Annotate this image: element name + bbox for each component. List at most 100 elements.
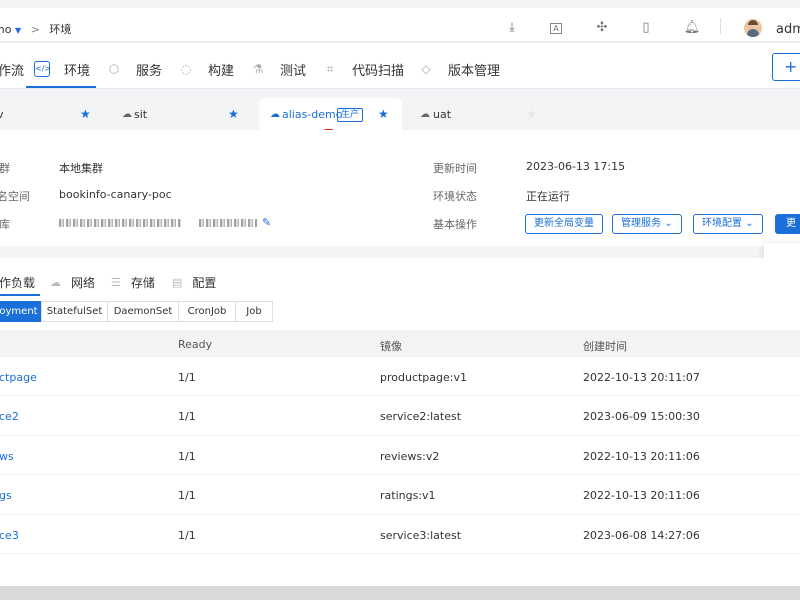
update-time-label: 更新时间 — [433, 162, 477, 175]
column-header-ready: Ready — [178, 338, 213, 351]
created-cell: 2022-10-13 20:11:07 — [583, 371, 700, 384]
nav-version[interactable]: ◇ 版本管理 — [418, 59, 500, 79]
breadcrumb-separator: > — [30, 23, 40, 36]
book-icon[interactable]: ▯ — [636, 18, 656, 38]
button-label: 环境配置 — [702, 218, 742, 229]
tab-storage[interactable]: ☰ 存储 — [111, 274, 155, 291]
workload-type-daemonset[interactable]: DaemonSet — [107, 301, 179, 322]
window-bottom-edge — [0, 586, 800, 600]
tab-label: 网络 — [71, 276, 96, 290]
scan-icon: ⌗ — [326, 62, 334, 76]
image-cell: service3:latest — [380, 529, 462, 542]
button-label: 更新全局变量 — [534, 218, 594, 229]
nav-service[interactable]: ⬡ 服务 — [106, 59, 162, 79]
nav-test[interactable]: ⚗ 测试 — [250, 59, 306, 79]
file-icon: ▤ — [172, 276, 183, 289]
cloud-icon: ☁︎ — [50, 276, 61, 289]
nav-build[interactable]: ◌ 构建 — [178, 59, 234, 79]
tab-config[interactable]: ▤ 配置 — [172, 274, 216, 291]
breadcrumb: mo ▼ > 环境 — [0, 21, 71, 37]
toolbar-divider — [720, 18, 721, 34]
ready-cell: 1/1 — [178, 489, 196, 502]
nav-environment[interactable]: </> 环境 — [34, 59, 90, 79]
env-status-value: 正在运行 — [526, 190, 570, 203]
tab-active-indicator — [0, 294, 40, 296]
image-cell: reviews:v2 — [380, 450, 440, 463]
workload-type-cronjob[interactable]: CronJob — [178, 301, 236, 322]
env-tab-name: alias-demo — [282, 107, 343, 121]
env-config-button[interactable]: 环境配置 ⌄ — [693, 214, 763, 234]
breadcrumb-current: 环境 — [49, 23, 72, 36]
translate-icon[interactable]: A — [546, 18, 566, 38]
table-row: ws 1/1 reviews:v2 2022-10-13 20:11:06 — [0, 436, 800, 475]
main-nav: 作流 </> 环境 ⬡ 服务 ◌ 构建 ⚗ 测试 ⌗ 代码扫描 ◇ 版本管理 — [0, 43, 800, 89]
table-row: ce3 1/1 service3:latest 2023-06-08 14:27… — [0, 515, 800, 554]
ready-cell: 1/1 — [178, 371, 196, 384]
table-row: ctpage 1/1 productpage:v1 2022-10-13 20:… — [0, 357, 800, 396]
bell-icon[interactable]: 🔔︎ — [682, 18, 702, 38]
star-icon[interactable]: ★ — [80, 107, 91, 121]
top-bar: mo ▼ > 环境 ⤓ A ✣ ▯ 🔔︎ — [0, 8, 800, 42]
env-status-label: 环境状态 — [433, 190, 477, 203]
table-row: ce2 1/1 service2:latest 2023-06-09 15:00… — [0, 397, 800, 436]
button-label: 更 — [786, 218, 796, 229]
nav-label: 环境 — [64, 63, 91, 79]
env-tab-name: uat — [433, 107, 452, 121]
workload-name-link[interactable]: ce3 — [0, 529, 19, 542]
cloud-icon: ☁︎ — [270, 108, 280, 120]
build-icon: ◌ — [180, 62, 192, 76]
workload-name-link[interactable]: ws — [0, 450, 14, 463]
cluster-value: 本地集群 — [59, 162, 103, 175]
redacted-repo-text — [199, 219, 257, 227]
env-tab-sit[interactable]: ☁︎ sit ★ — [106, 98, 254, 130]
workload-name-link[interactable]: gs — [0, 489, 12, 502]
avatar[interactable] — [744, 19, 762, 37]
nav-label: 作流 — [0, 63, 25, 79]
tab-network[interactable]: ☁︎ 网络 — [50, 274, 95, 291]
nav-workflow[interactable]: 作流 — [0, 59, 24, 79]
workload-type-job[interactable]: Job — [235, 301, 273, 322]
username[interactable]: adm — [776, 22, 800, 37]
chevron-down-icon: ⌄ — [664, 218, 673, 229]
env-tab-v[interactable]: v ★ — [0, 98, 100, 130]
image-cell: ratings:v1 — [380, 489, 436, 502]
chevron-down-icon[interactable]: ▼ — [15, 26, 21, 35]
image-cell: productpage:v1 — [380, 371, 467, 384]
tab-workloads[interactable]: 作负载 — [0, 274, 35, 291]
workload-type-deployment[interactable]: oyment — [0, 301, 41, 322]
column-header-created: 创建时间 — [583, 340, 627, 353]
breadcrumb-project[interactable]: mo — [0, 23, 11, 36]
nav-label: 测试 — [280, 63, 307, 79]
created-cell: 2022-10-13 20:11:06 — [583, 489, 700, 502]
download-icon[interactable]: ⤓ — [502, 18, 522, 38]
table-row: gs 1/1 ratings:v1 2022-10-13 20:11:06 — [0, 476, 800, 515]
workload-type-statefulset[interactable]: StatefulSet — [41, 301, 108, 322]
nav-label: 服务 — [136, 63, 163, 79]
workload-name-link[interactable]: ce2 — [0, 410, 19, 423]
env-tab-name: sit — [134, 107, 148, 121]
tab-label: 存储 — [130, 276, 155, 290]
manage-services-button[interactable]: 管理服务 ⌄ — [612, 214, 682, 234]
basic-ops-label: 基本操作 — [433, 218, 477, 231]
environment-tabs: v ★ ☁︎ sit ★ ☁︎ alias-demo 生产 ★ ☁︎ uat ★ — [0, 98, 800, 130]
update-global-vars-button[interactable]: 更新全局变量 — [525, 214, 603, 234]
plugin-icon[interactable]: ✣ — [592, 18, 612, 38]
namespace-value: bookinfo-canary-poc — [59, 188, 172, 201]
env-tab-alias-demo[interactable]: ☁︎ alias-demo 生产 ★ — [259, 98, 402, 130]
redacted-repo-text — [59, 219, 181, 227]
chevron-down-icon: ⌄ — [745, 218, 754, 229]
created-cell: 2022-10-13 20:11:06 — [583, 450, 700, 463]
update-time-value: 2023-06-13 17:15 — [526, 160, 626, 173]
star-icon[interactable]: ★ — [526, 107, 537, 121]
add-button[interactable]: + — [772, 53, 800, 81]
workload-name-link[interactable]: ctpage — [0, 371, 37, 384]
env-tab-uat[interactable]: ☁︎ uat ★ — [408, 98, 548, 130]
more-button[interactable]: 更 — [775, 214, 800, 234]
edit-icon[interactable]: ✎ — [262, 216, 271, 229]
cloud-icon: ☁︎ — [122, 108, 132, 120]
star-icon[interactable]: ★ — [228, 107, 239, 121]
star-icon[interactable]: ★ — [378, 107, 389, 121]
nav-label: 构建 — [208, 63, 235, 79]
cluster-label: 群 — [0, 162, 10, 175]
nav-code-scan[interactable]: ⌗ 代码扫描 — [322, 59, 404, 79]
